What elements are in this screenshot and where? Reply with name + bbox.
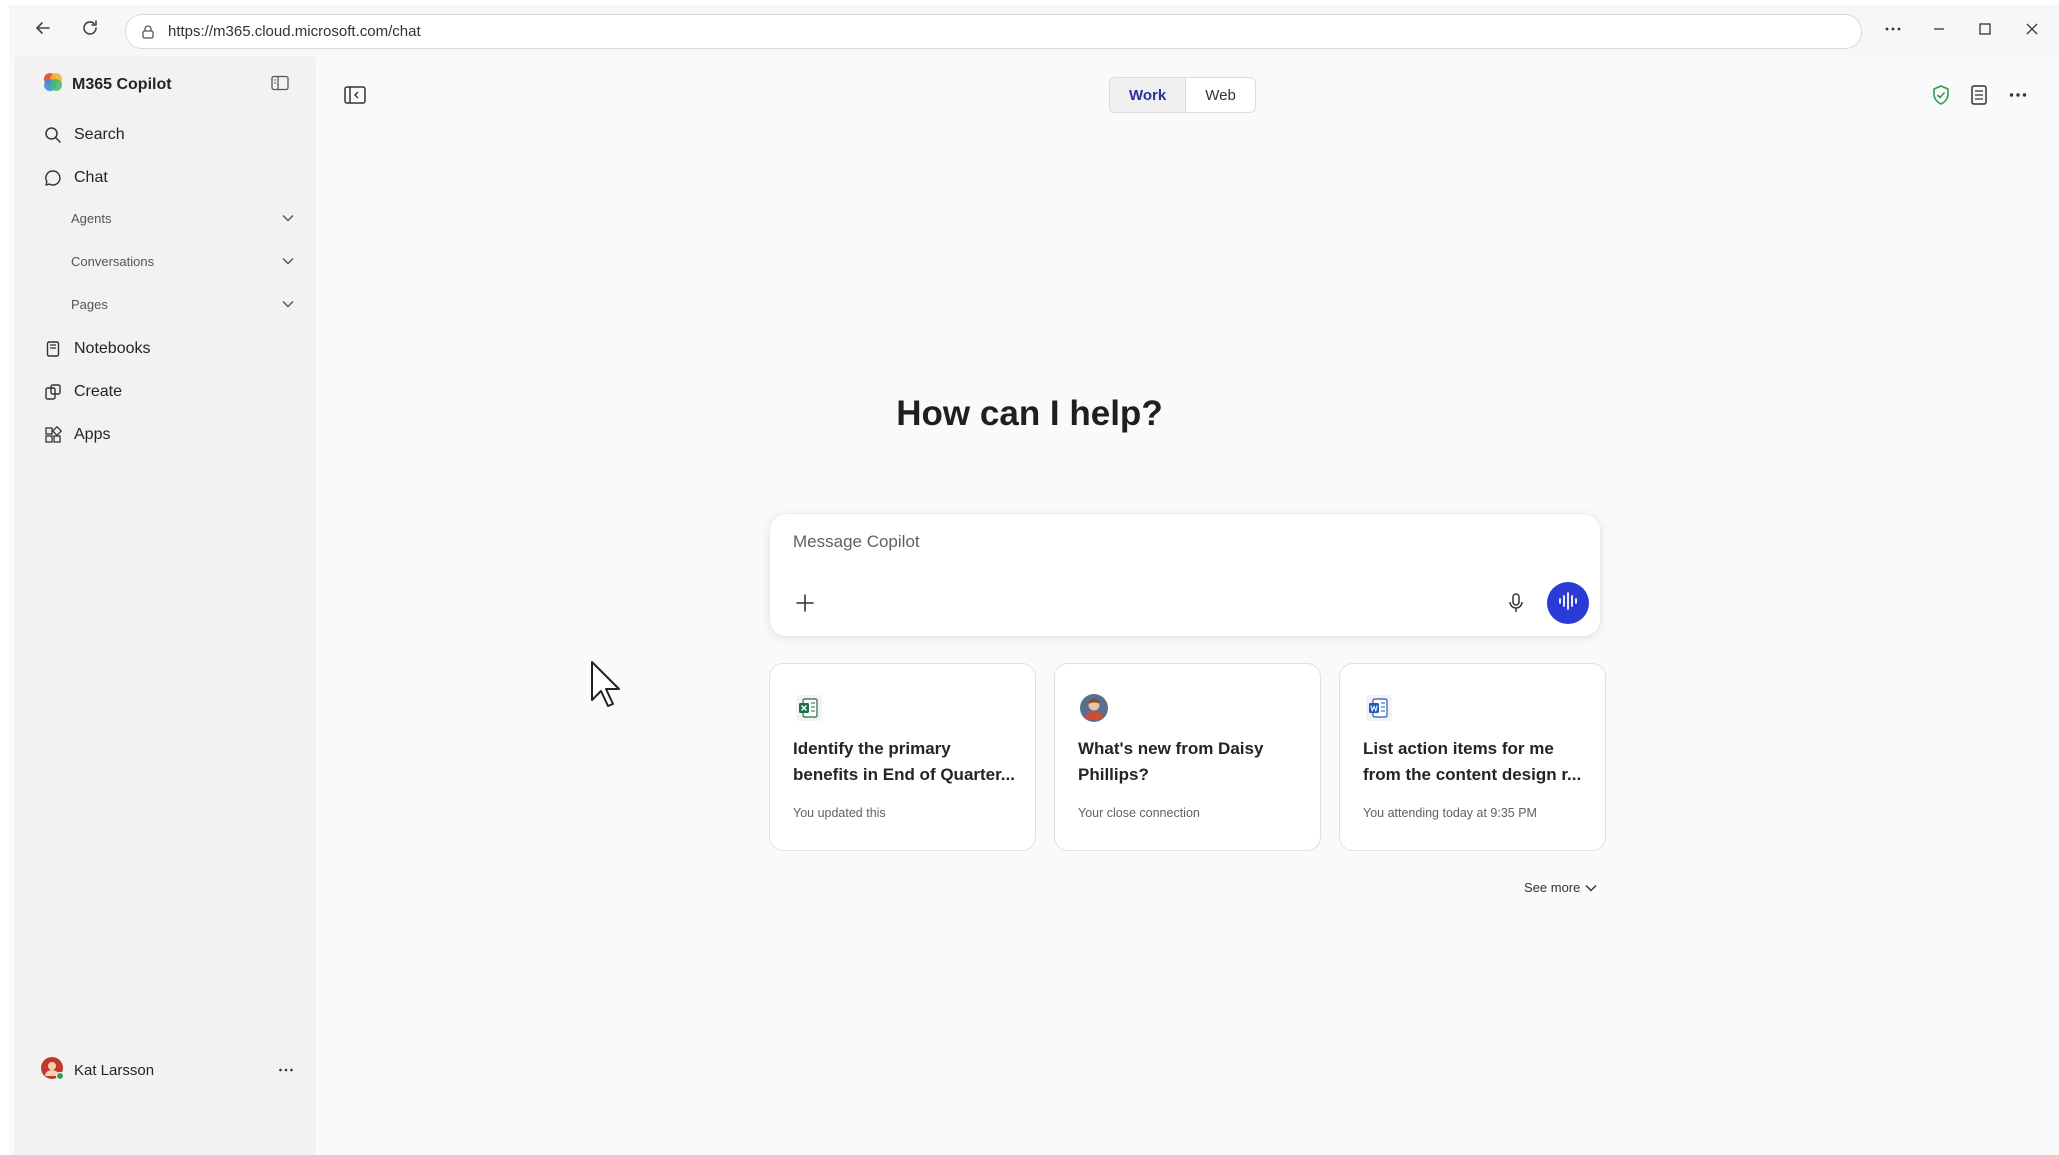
- see-more-label: See more: [1524, 880, 1581, 895]
- chat-icon: [42, 167, 64, 189]
- address-bar[interactable]: https://m365.cloud.microsoft.com/chat: [125, 14, 1862, 49]
- chevron-down-icon: [1585, 881, 1599, 895]
- avatar: [40, 1056, 65, 1085]
- sidebar-item-label: Search: [74, 126, 125, 143]
- collapse-panel-icon[interactable]: [341, 81, 369, 109]
- sidebar-section-label: Conversations: [71, 253, 155, 269]
- message-input[interactable]: Message Copilot: [793, 532, 920, 552]
- card-subtitle: Your close connection: [1078, 806, 1200, 820]
- url-text[interactable]: https://m365.cloud.microsoft.com/chat: [168, 23, 421, 40]
- work-web-toggle: Work Web: [1109, 77, 1256, 113]
- chevron-down-icon[interactable]: [278, 294, 298, 314]
- word-file-icon: [1363, 692, 1395, 724]
- card-title: List action items for me from the conten…: [1363, 739, 1582, 784]
- refresh-icon[interactable]: [76, 14, 104, 42]
- lock-icon: [140, 23, 158, 41]
- sidebar-section-label: Pages: [71, 296, 108, 312]
- close-icon[interactable]: [2017, 14, 2047, 44]
- card-subtitle: You attending today at 9:35 PM: [1363, 806, 1537, 820]
- sidebar-section-label: Agents: [71, 210, 112, 226]
- mouse-cursor-icon: [590, 660, 622, 713]
- sidebar: M365 Copilot Search Chat Agents Conversa…: [14, 57, 316, 1155]
- suggestion-card[interactable]: Identify the primary benefits in End of …: [769, 663, 1036, 851]
- add-icon[interactable]: [790, 588, 820, 618]
- toggle-web[interactable]: Web: [1186, 78, 1255, 112]
- brand-label: M365 Copilot: [72, 75, 172, 93]
- person-avatar-icon: [1078, 692, 1110, 724]
- card-subtitle: You updated this: [793, 806, 886, 820]
- user-name: Kat Larsson: [74, 1061, 155, 1079]
- sidebar-item-label: Notebooks: [74, 340, 151, 357]
- see-more-button[interactable]: See more: [1524, 880, 1599, 895]
- sidebar-item-chat[interactable]: Chat: [42, 161, 310, 195]
- message-composer[interactable]: Message Copilot: [770, 514, 1600, 636]
- sidebar-item-notebooks[interactable]: Notebooks: [42, 332, 310, 366]
- sidebar-item-search[interactable]: Search: [42, 118, 310, 152]
- page-title: How can I help?: [896, 394, 1163, 433]
- user-more-icon[interactable]: [274, 1058, 298, 1082]
- voice-mode-button[interactable]: [1547, 582, 1589, 624]
- chevron-down-icon[interactable]: [278, 208, 298, 228]
- toggle-work[interactable]: Work: [1110, 78, 1187, 112]
- brand[interactable]: M365 Copilot: [42, 71, 172, 98]
- back-arrow-icon[interactable]: [29, 14, 57, 42]
- chevron-down-icon[interactable]: [278, 251, 298, 271]
- sidebar-toggle-icon[interactable]: [268, 71, 292, 95]
- sidebar-item-label: Chat: [74, 169, 108, 186]
- sidebar-section-pages[interactable]: Pages: [71, 289, 310, 319]
- sidebar-section-agents[interactable]: Agents: [71, 203, 310, 233]
- microphone-icon[interactable]: [1501, 588, 1531, 618]
- excel-file-icon: [793, 692, 825, 724]
- maximize-icon[interactable]: [1970, 14, 2000, 44]
- sound-wave-icon: [1557, 591, 1579, 616]
- copilot-logo-icon: [42, 71, 64, 98]
- search-icon: [42, 124, 64, 146]
- notebook-icon: [42, 338, 64, 360]
- sidebar-section-conversations[interactable]: Conversations: [71, 246, 310, 276]
- document-icon[interactable]: [1964, 80, 1994, 110]
- card-title: What's new from Daisy Phillips?: [1078, 739, 1264, 784]
- browser-more-icon[interactable]: [1878, 14, 1908, 44]
- more-options-icon[interactable]: [2003, 80, 2033, 110]
- shield-check-icon[interactable]: [1926, 80, 1956, 110]
- minimize-icon[interactable]: [1924, 14, 1954, 44]
- suggestion-card[interactable]: List action items for me from the conten…: [1339, 663, 1606, 851]
- suggestion-card[interactable]: What's new from Daisy Phillips? Your clo…: [1054, 663, 1321, 851]
- user-profile[interactable]: Kat Larsson: [40, 1052, 310, 1088]
- card-title: Identify the primary benefits in End of …: [793, 739, 1015, 784]
